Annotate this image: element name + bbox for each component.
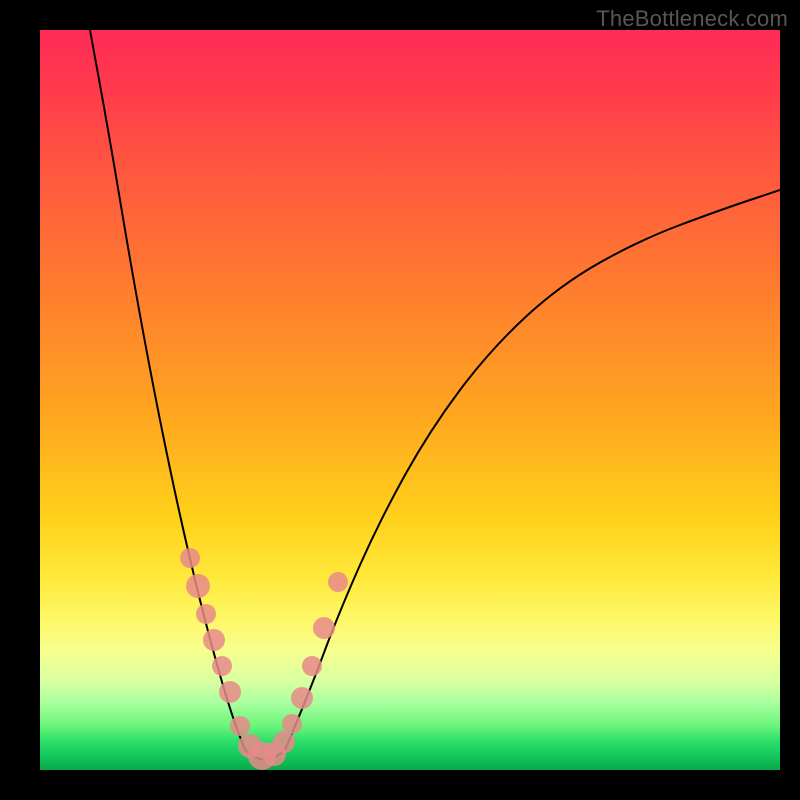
curve-svg	[40, 30, 780, 770]
data-dot	[186, 574, 210, 598]
data-dot	[291, 687, 313, 709]
data-dot	[230, 716, 250, 736]
data-dot	[282, 714, 302, 734]
data-dot	[212, 656, 232, 676]
chart-stage: TheBottleneck.com	[0, 0, 800, 800]
curve-lines	[90, 30, 780, 760]
data-dot	[328, 572, 348, 592]
data-dot	[180, 548, 200, 568]
plot-area	[40, 30, 780, 770]
data-dot	[219, 681, 241, 703]
curve-right-branch	[285, 190, 780, 750]
data-dot	[313, 617, 335, 639]
data-dot	[273, 731, 295, 753]
data-dot	[203, 629, 225, 651]
watermark-text: TheBottleneck.com	[596, 6, 788, 32]
data-dot	[196, 604, 216, 624]
data-dots	[180, 548, 348, 770]
data-dot	[302, 656, 322, 676]
